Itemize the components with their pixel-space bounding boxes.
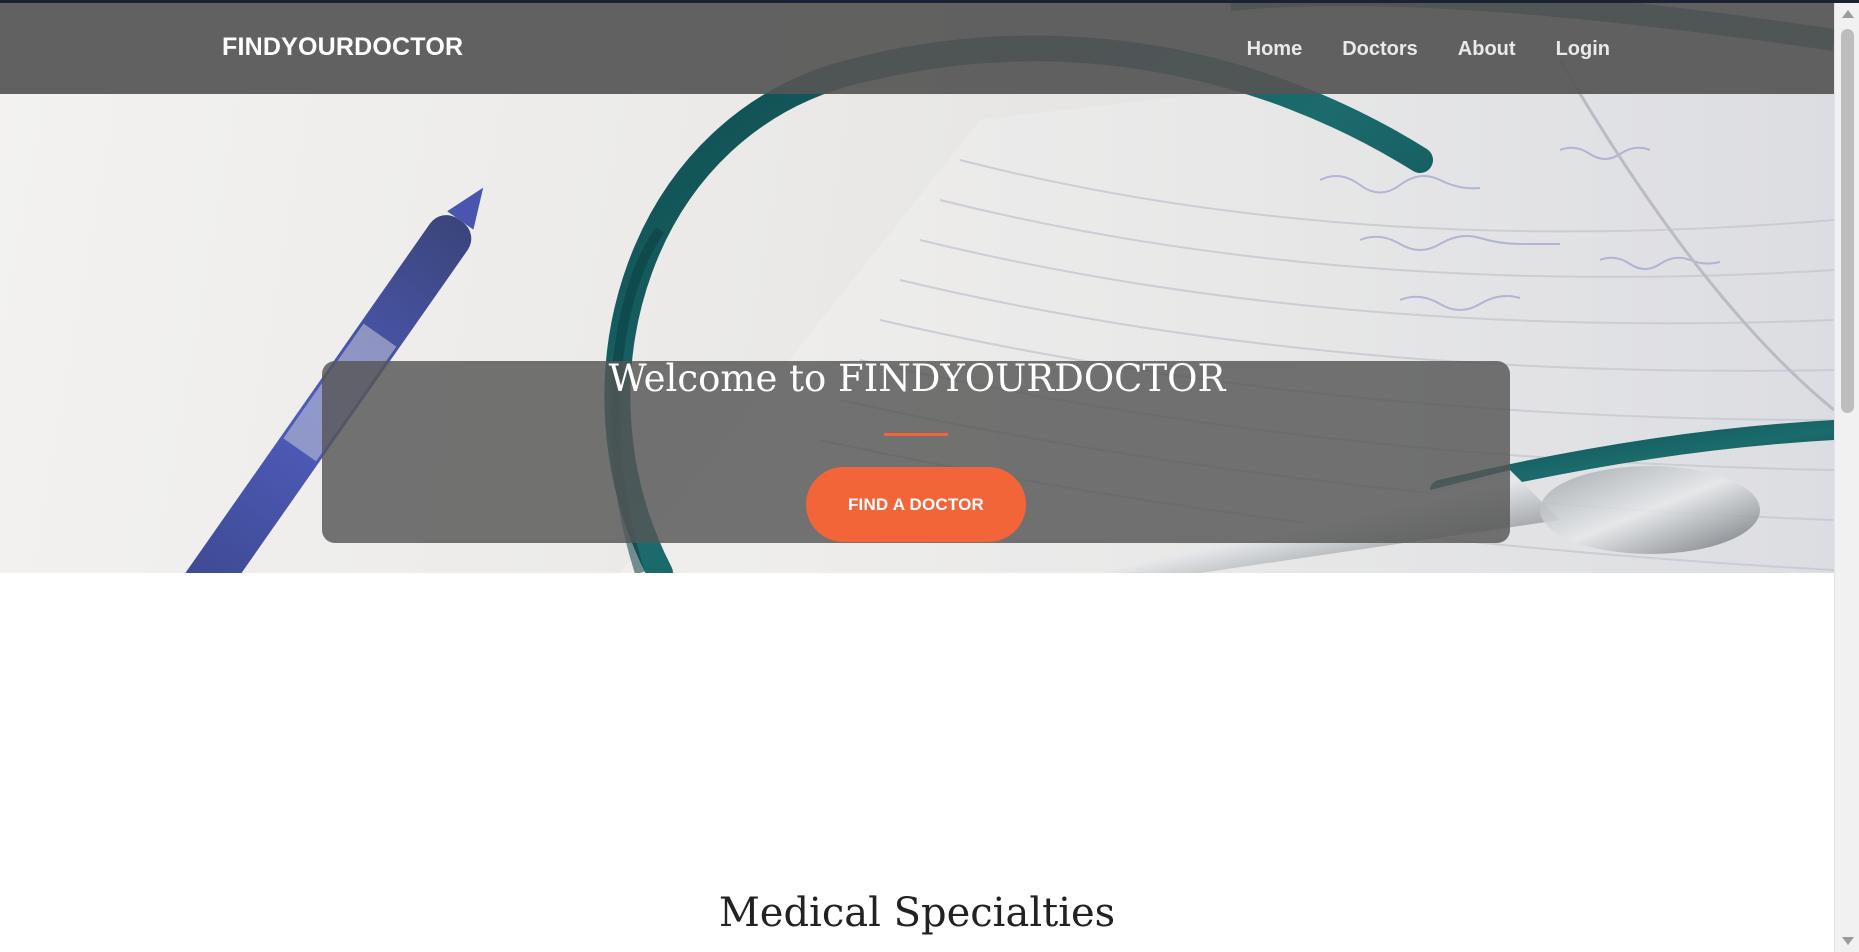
scroll-up-icon[interactable] xyxy=(1842,10,1854,18)
nav-link-doctors[interactable]: Doctors xyxy=(1342,38,1418,61)
hero-divider xyxy=(884,433,948,436)
navbar: FINDYOURDOCTOR Home Doctors About Login xyxy=(0,3,1834,94)
vertical-scrollbar[interactable] xyxy=(1834,3,1859,952)
brand-logo[interactable]: FINDYOURDOCTOR xyxy=(222,33,463,62)
nav-link-about[interactable]: About xyxy=(1458,38,1516,61)
nav-link-login[interactable]: Login xyxy=(1556,38,1610,61)
find-a-doctor-button[interactable]: FIND A DOCTOR xyxy=(806,467,1026,542)
viewport: FINDYOURDOCTOR Home Doctors About Login … xyxy=(0,0,1834,952)
nav-link-home[interactable]: Home xyxy=(1247,38,1303,61)
hero-title: Welcome to FINDYOURDOCTOR xyxy=(608,357,1226,400)
window-top-edge xyxy=(0,0,1859,3)
scroll-thumb[interactable] xyxy=(1841,29,1854,413)
section-heading-medical-specialties: Medical Specialties xyxy=(718,890,1116,936)
page: FINDYOURDOCTOR Home Doctors About Login … xyxy=(0,0,1859,952)
scroll-down-icon[interactable] xyxy=(1842,937,1854,945)
nav-links: Home Doctors About Login xyxy=(1247,38,1610,61)
